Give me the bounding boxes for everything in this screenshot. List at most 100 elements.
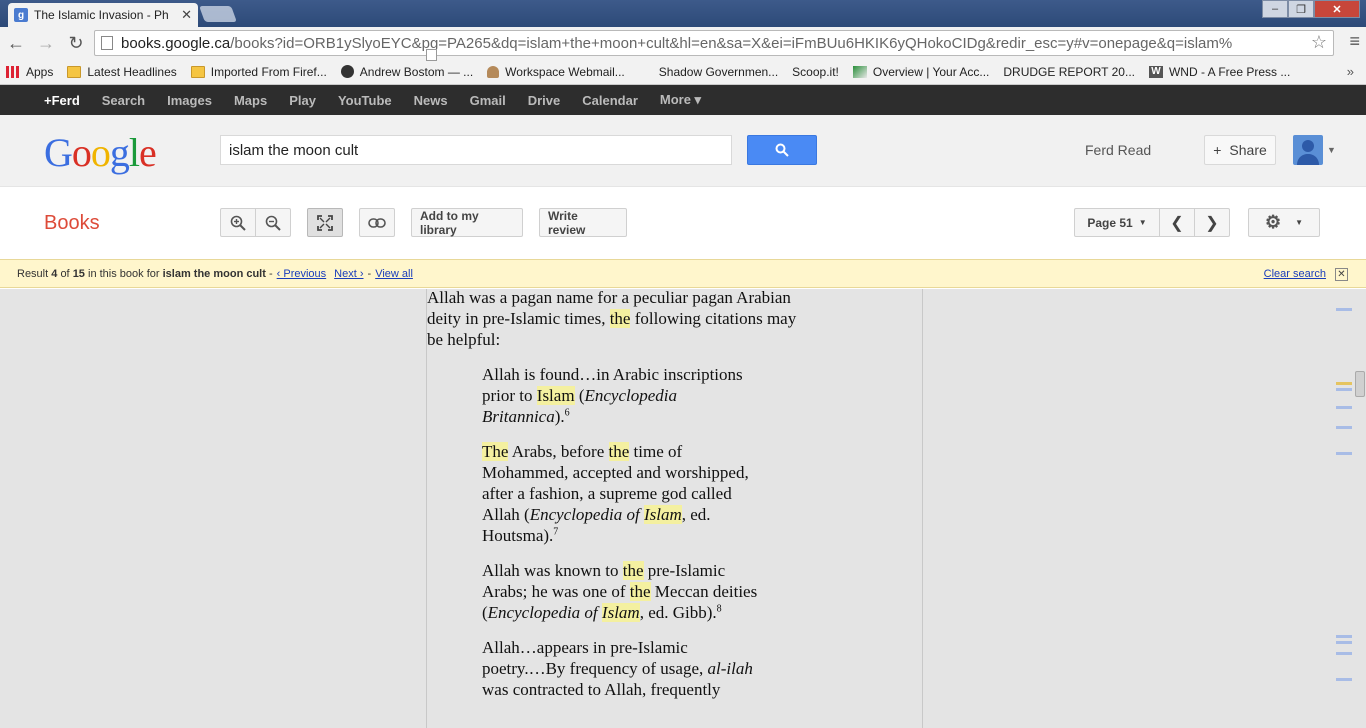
gbar-maps[interactable]: Maps [234,93,267,108]
wordpress-icon [340,65,354,78]
bookmark-scoopit[interactable]: Scoop.it! [426,49,839,79]
footnote-ref: 7 [553,526,559,538]
result-marker[interactable] [1336,652,1352,655]
books-title[interactable]: Books [44,212,100,235]
chevron-left-icon: ❮ [1170,214,1184,232]
search-button[interactable] [747,135,817,165]
clear-search-link[interactable]: Clear search [1264,268,1326,280]
result-marker[interactable] [1336,635,1352,638]
maximize-icon[interactable]: ❐ [1288,0,1314,18]
text-line: (Encyclopedia of Islam, ed. Gibb).8 [482,603,722,622]
wnd-icon: W [1148,65,1163,78]
tab-close-icon[interactable]: ✕ [181,7,192,23]
result-marker[interactable] [1336,308,1352,311]
result-marker[interactable] [1336,388,1352,391]
google-header: Google islam the moon cult Ferd Read + Sh… [0,115,1366,187]
result-marker[interactable] [1336,452,1352,455]
book-page: Allah was a pagan name for a peculiar pa… [426,289,923,728]
gbar-images[interactable]: Images [167,93,212,108]
bookmark-workspace-webmail[interactable]: Workspace Webmail... [487,65,625,79]
back-arrow-icon[interactable]: ← [2,29,30,57]
chevron-right-icon: ❯ [1205,214,1219,232]
add-to-library-button[interactable]: Add to my library [411,208,523,237]
new-tab-button[interactable] [199,6,237,22]
bookmark-shadow-government[interactable]: Shadow Governmen... [639,65,778,79]
link-button[interactable] [359,208,395,237]
share-label: Share [1229,142,1267,158]
bookmarks-overflow-icon[interactable]: » [1347,64,1354,79]
search-highlight: the [608,442,630,461]
bookmark-star-icon[interactable]: ☆ [1306,32,1327,53]
bookmark-imported[interactable]: Imported From Firef... [190,65,327,79]
reload-icon[interactable]: ↻ [62,29,90,57]
chrome-menu-icon[interactable]: ≡ [1349,31,1360,52]
blank-page-icon [639,66,653,78]
result-marker[interactable] [1336,426,1352,429]
avatar[interactable] [1293,135,1323,165]
result-marker[interactable] [1336,641,1352,644]
quote-4: Allah…appears in pre-Islamic poetry.…By … [482,637,753,700]
gbar-plus-ferd[interactable]: +Ferd [44,93,80,108]
minimize-icon[interactable]: – [1262,0,1288,18]
settings-button[interactable]: ⚙ ▼ [1248,208,1320,237]
next-result-link[interactable]: Next › [334,268,363,280]
gbar-youtube[interactable]: YouTube [338,93,392,108]
bookmark-andrew-bostom[interactable]: Andrew Bostom — ... [340,65,473,79]
apps-icon [6,65,20,78]
result-total: 15 [72,267,85,280]
google-logo[interactable]: Google [44,129,157,176]
window-close-icon[interactable]: ✕ [1314,0,1360,18]
write-review-button[interactable]: Write review [539,208,627,237]
viewer-scrollbar[interactable] [1336,289,1366,728]
search-highlight: the [609,309,631,328]
bookmark-label: Latest Headlines [87,64,177,79]
folder-icon [190,65,205,78]
zoom-out-button[interactable] [255,208,291,237]
search-input[interactable]: islam the moon cult [220,135,732,165]
address-bar[interactable]: books.google.ca/books?id=ORB1ySlyoEYC&pg… [94,30,1334,56]
text-line: Allah (Encyclopedia of Islam, ed. [482,505,711,524]
bookmark-apps[interactable]: Apps [6,65,53,79]
gbar-search[interactable]: Search [102,93,145,108]
browser-tab[interactable]: g The Islamic Invasion - Ph ✕ [8,3,198,27]
gbar-play[interactable]: Play [289,93,316,108]
page-icon [101,36,113,50]
scrollbar-thumb[interactable] [1355,371,1365,397]
text-line: Allah was a pagan name for a peculiar pa… [427,289,791,307]
result-marker[interactable] [1336,678,1352,681]
share-button[interactable]: + Share [1204,135,1276,165]
zoom-in-button[interactable] [220,208,256,237]
page-select-label: Page 51 [1087,215,1133,230]
fullscreen-button[interactable] [307,208,343,237]
page-select[interactable]: Page 51 ▼ [1074,208,1160,237]
result-query: islam the moon cult [162,267,266,280]
quote-1: Allah is found…in Arabic inscriptions pr… [482,364,743,427]
bookmarks-bar: Apps Latest Headlines Imported From Fire… [0,49,1366,85]
previous-result-link[interactable]: ‹ Previous [277,268,327,280]
result-marker[interactable] [1336,382,1352,385]
text-line: was contracted to Allah, frequently [482,680,721,699]
bookmark-drudge[interactable]: DRUDGE REPORT 20... [426,49,1135,79]
bookmark-overview[interactable]: Overview | Your Acc... [852,65,989,79]
gbar-news[interactable]: News [414,93,448,108]
gbar-gmail[interactable]: Gmail [470,93,506,108]
user-name[interactable]: Ferd Read [1085,142,1151,158]
gbar-more[interactable]: More ▾ [660,92,701,108]
text-line: Houtsma).7 [482,526,559,545]
book-viewer[interactable]: Allah was a pagan name for a peculiar pa… [0,289,1366,728]
close-icon[interactable]: ✕ [1335,268,1348,281]
search-highlight: The [482,442,509,461]
next-page-button[interactable]: ❯ [1194,208,1230,237]
forward-arrow-icon[interactable]: → [32,29,60,57]
text-line: deity in pre-Islamic times, the followin… [427,309,797,328]
previous-page-button[interactable]: ❮ [1159,208,1195,237]
gbar-drive[interactable]: Drive [528,93,561,108]
gbar-calendar[interactable]: Calendar [582,93,638,108]
chevron-down-icon[interactable]: ▼ [1327,145,1336,155]
view-all-link[interactable]: View all [375,268,413,280]
quote-2: The Arabs, before the time of Mohammed, … [482,441,749,546]
result-number: 4 [51,267,58,280]
result-marker[interactable] [1336,406,1352,409]
bookmark-wnd[interactable]: W WND - A Free Press ... [1148,65,1290,79]
bookmark-latest-headlines[interactable]: Latest Headlines [67,64,177,79]
